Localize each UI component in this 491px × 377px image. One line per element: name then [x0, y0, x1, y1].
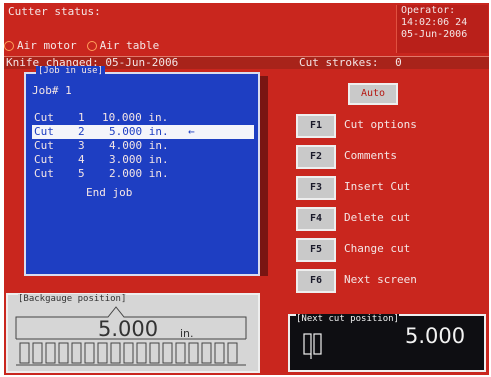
auto-button[interactable]: Auto: [348, 83, 398, 105]
cut-strokes-label: Cut strokes:: [299, 56, 379, 69]
cutter-blade-icon: [303, 333, 322, 359]
next-cut-position-panel: [Next cut position] 5.000: [288, 314, 486, 372]
status-indicators: Air motor Air table: [4, 39, 165, 52]
job-panel-legend: [Job in use]: [36, 66, 106, 76]
job-panel-shadow: [260, 76, 268, 276]
cut-row-value: 5.000 in.: [109, 125, 169, 138]
cut-row-1[interactable]: Cut 1 10.000 in.: [32, 111, 254, 125]
cut-row-type: Cut: [34, 167, 54, 180]
cut-options-label: Cut options: [344, 118, 417, 131]
cutter-control-screen: Cutter status: Air motor Air table Opera…: [4, 3, 489, 375]
cut-row-type: Cut: [34, 153, 54, 166]
cut-strokes-value: 0: [395, 56, 402, 69]
f4-button[interactable]: F4: [296, 207, 336, 231]
next-screen-label: Next screen: [344, 273, 417, 286]
end-job-label: End job: [86, 186, 133, 199]
cut-row-index: 2: [78, 125, 85, 138]
comments-label: Comments: [344, 149, 397, 162]
cut-row-value: 10.000 in.: [102, 111, 169, 124]
next-cut-legend: [Next cut position]: [296, 314, 399, 324]
clock-time: 14:02:06 24: [401, 17, 468, 28]
f5-button[interactable]: F5: [296, 238, 336, 262]
cut-row-value: 2.000 in.: [109, 167, 169, 180]
f2-button[interactable]: F2: [296, 145, 336, 169]
current-cut-arrow-icon: ←: [188, 125, 195, 138]
job-list-panel[interactable]: [Job in use] Job# 1 Cut 1 10.000 in. Cut…: [24, 66, 260, 276]
operator-panel: Operator: 14:02:06 24 05-Jun-2006: [396, 5, 488, 53]
clock-date: 05-Jun-2006: [401, 29, 468, 40]
cut-row-type: Cut: [34, 139, 54, 152]
cut-row-5[interactable]: Cut 5 2.000 in.: [32, 167, 254, 181]
backgauge-position-panel: [Backgauge position] 5.000 in.: [6, 293, 260, 373]
cut-row-index: 1: [78, 111, 85, 124]
cut-row-type: Cut: [34, 125, 54, 138]
f6-button[interactable]: F6: [296, 269, 336, 293]
air-table-label: Air table: [99, 39, 160, 52]
air-table-indicator: Air table: [86, 39, 160, 52]
cut-row-value: 3.000 in.: [109, 153, 169, 166]
cut-row-4[interactable]: Cut 4 3.000 in.: [32, 153, 254, 167]
cut-row-type: Cut: [34, 111, 54, 124]
air-table-status-icon: [86, 40, 97, 51]
cut-row-2[interactable]: Cut 2 5.000 in. ←: [32, 125, 254, 139]
cut-row-index: 5: [78, 167, 85, 180]
insert-cut-label: Insert Cut: [344, 180, 411, 193]
delete-cut-label: Delete cut: [344, 211, 411, 224]
air-motor-status-icon: [4, 40, 14, 51]
f1-button[interactable]: F1: [296, 114, 336, 138]
cut-row-value: 4.000 in.: [109, 139, 169, 152]
f3-button[interactable]: F3: [296, 176, 336, 200]
air-motor-indicator: Air motor: [4, 39, 77, 52]
cut-strokes: Cut strokes: 0: [299, 57, 402, 69]
cut-row-index: 4: [78, 153, 85, 166]
job-number: Job# 1: [32, 84, 72, 97]
cut-row-3[interactable]: Cut 3 4.000 in.: [32, 139, 254, 153]
next-cut-value: 5.000: [405, 324, 466, 348]
operator-label: Operator:: [401, 5, 456, 16]
air-motor-label: Air motor: [17, 39, 77, 52]
backgauge-rack-icon: [15, 306, 247, 366]
cutter-status-label: Cutter status:: [8, 5, 101, 18]
cut-row-index: 3: [78, 139, 85, 152]
change-cut-label: Change cut: [344, 242, 411, 255]
